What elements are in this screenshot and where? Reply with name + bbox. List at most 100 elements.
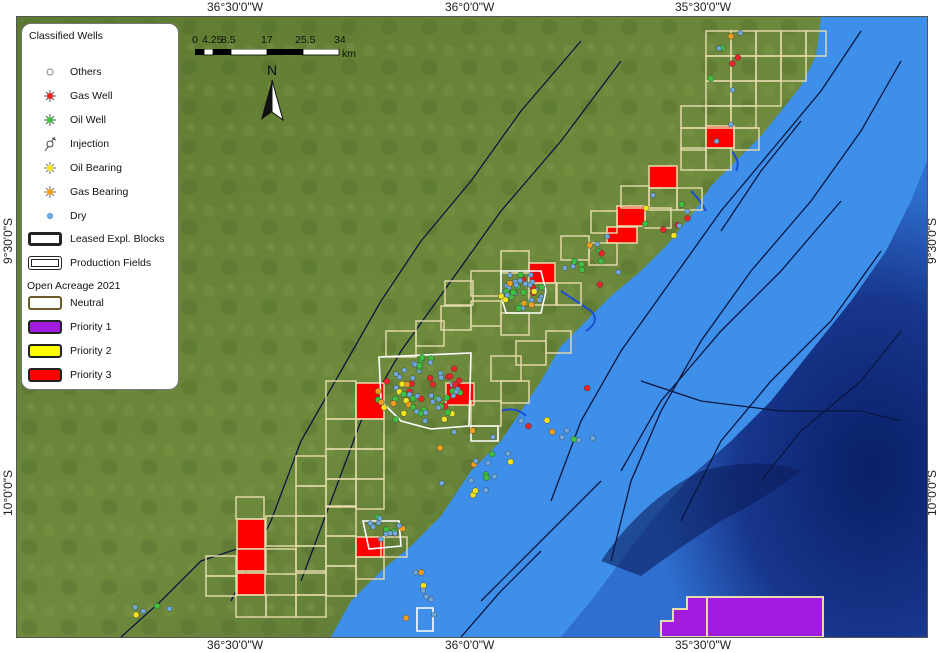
well-marker [429,381,436,388]
well-marker [707,75,715,82]
priority3-swatch [28,368,62,382]
legend-label-oil-bearing: Oil Bearing [70,162,122,174]
well-marker [428,392,435,399]
well-marker [650,192,656,198]
well-marker [525,422,532,430]
well-marker [713,138,720,144]
well-marker [517,277,523,284]
well-marker [402,614,410,622]
well-marker [528,301,535,309]
north-arrow-icon: N [261,62,284,122]
legend-label-dry: Dry [70,210,87,222]
legend-label-priority3: Priority 3 [70,369,112,381]
well-marker [375,388,382,395]
leased-blocks-swatch [28,232,62,246]
well-marker [472,458,479,464]
well-marker [507,272,513,279]
legend-label-gas-bearing: Gas Bearing [70,186,129,198]
well-marker [549,428,556,436]
well-marker [427,374,434,382]
well-marker [483,474,490,481]
well-marker [153,602,161,610]
well-marker [390,400,397,407]
well-marker [446,373,454,380]
legend-row-gas-bearing: Gas Bearing [22,183,178,203]
legend-label-injection: Injection [70,138,110,150]
well-marker [418,354,426,361]
well-marker [596,281,604,288]
well-marker [594,241,601,247]
north-label: N [267,62,277,78]
well-marker [678,201,685,208]
well-marker [597,257,605,265]
legend-row-neutral: Neutral [22,294,178,314]
well-marker [543,417,551,424]
well-marker [716,45,722,52]
well-marker [498,292,505,300]
well-marker [444,409,451,416]
priority1-swatch [28,320,62,334]
well-marker [506,280,514,287]
well-marker [398,380,406,388]
well-marker [729,87,736,93]
well-marker [376,515,383,522]
well-marker [728,121,734,128]
well-marker [528,272,534,278]
coord-bottom-3: 35°30'0"W [675,638,732,652]
legend-row-gas-well: Gas Well [22,87,178,107]
scale-tick-3: 17 [261,34,273,46]
well-marker [435,396,442,403]
well-marker [570,263,576,270]
scale-tick-4: 25.5 [295,34,316,46]
legend-label-production-fields: Production Fields [70,257,152,269]
well-marker [400,391,407,398]
well-marker [453,388,460,395]
oil-bearing-icon [44,162,56,174]
well-marker [491,473,498,480]
well-marker [515,305,522,312]
map-legend: Classified Wells Others Gas Well Oil Wel… [21,23,179,390]
well-marker [571,258,578,265]
well-marker [727,33,735,40]
well-marker [377,536,384,543]
legend-subtitle-acreage: Open Acreage 2021 [27,280,121,292]
production-fields-swatch [28,256,62,270]
well-marker [642,204,650,212]
well-marker [132,611,140,619]
well-marker [584,384,591,392]
well-marker [670,232,678,239]
well-marker [392,416,399,423]
well-marker [485,460,491,466]
well-marker [406,391,413,398]
well-marker [513,282,520,288]
well-marker [451,429,457,435]
priority2-swatch [28,344,62,358]
well-marker [422,409,429,416]
well-marker [578,261,585,268]
coord-bottom-1: 36°30'0"W [207,638,264,652]
legend-label-gas-well: Gas Well [70,90,113,102]
well-marker [505,450,511,457]
legend-row-others: Others [22,63,178,83]
coord-top-3: 35°30'0"W [675,0,732,14]
well-marker [604,233,611,240]
coord-left-2: 10°0'0"S [1,469,15,517]
well-marker [468,477,475,484]
well-marker [504,292,510,298]
well-marker [517,271,524,279]
well-marker [737,30,744,36]
coord-left-1: 9°30'0"S [1,217,15,265]
legend-label-leased-blocks: Leased Expl. Blocks [70,233,165,245]
scale-unit: km [342,48,356,60]
well-marker [166,605,173,612]
well-marker [431,611,438,618]
well-marker [436,444,444,452]
well-marker [435,404,442,411]
well-marker [641,220,649,228]
well-marker [409,403,417,411]
well-marker [536,297,543,304]
well-marker [380,404,388,411]
legend-label-oil-well: Oil Well [70,114,106,126]
scale-bar: 0 4.25 8.5 17 25.5 34 km [192,34,365,64]
scale-tick-0: 0 [192,34,198,46]
